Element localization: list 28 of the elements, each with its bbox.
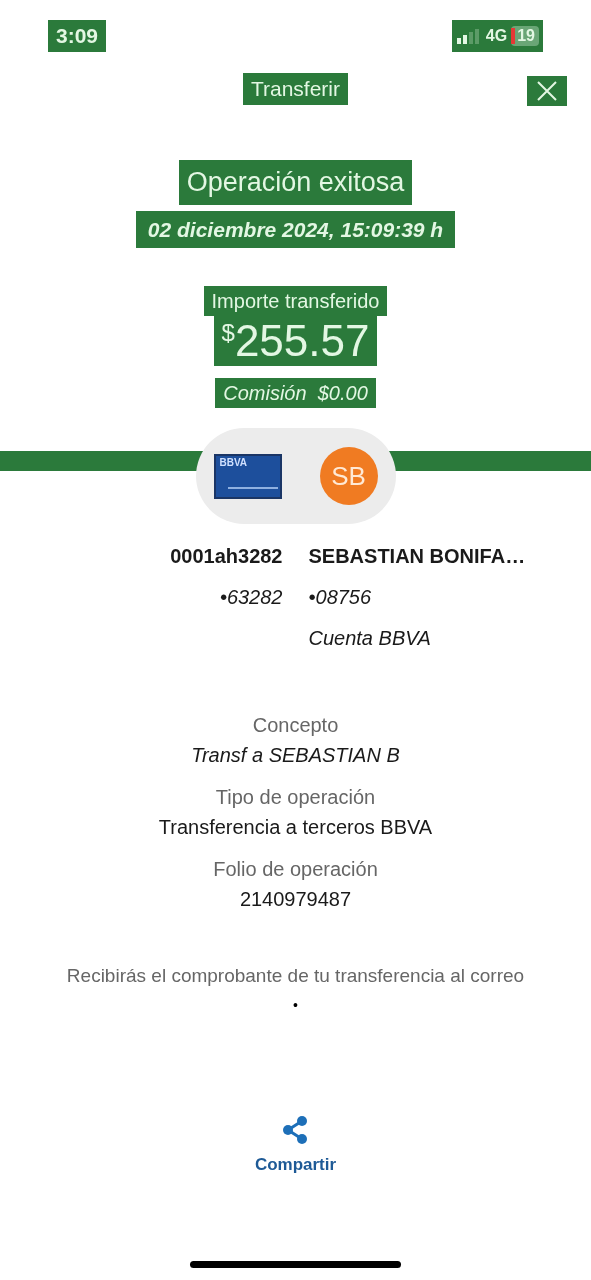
screen-title: Transferir <box>242 73 349 105</box>
signal-icon <box>455 28 482 44</box>
operation-datetime: 02 diciembre 2024, 15:09:39 h <box>135 210 456 248</box>
detail-value: Transferencia a terceros BBVA <box>158 815 433 840</box>
status-time: 3:09 <box>48 20 107 52</box>
origin-account-name: 0001ah3282 <box>170 544 283 569</box>
share-button[interactable]: Compartir <box>254 1113 337 1177</box>
card-icon: BBVA <box>213 453 282 499</box>
amount-label: Importe transferido <box>203 286 388 316</box>
transferred-amount: $255.57 <box>213 316 378 366</box>
close-button[interactable] <box>527 76 567 106</box>
close-icon <box>536 80 558 102</box>
network-label: 4G <box>485 26 508 46</box>
detail-label: Folio de operación <box>213 857 378 882</box>
detail-label: Concepto <box>252 713 339 738</box>
detail-value: Transf a SEBASTIAN B <box>191 743 400 768</box>
commission-text: Comisión $0.00 <box>215 378 376 408</box>
email-notice: Recibirás el comprobante de tu transferencia al correo <box>66 964 525 988</box>
success-heading: Operación exitosa <box>178 160 413 205</box>
battery-icon: 19 <box>511 26 539 46</box>
origin-account-number: •63282 <box>219 585 283 610</box>
recipient-avatar: SB <box>319 447 378 505</box>
detail-label: Tipo de operación <box>215 785 376 810</box>
destination-account-number: •08756 <box>308 585 372 610</box>
destination-account-name: SEBASTIAN BONIFA… <box>308 544 526 569</box>
detail-value: 2140979487 <box>239 887 352 912</box>
destination-bank: Cuenta BBVA <box>308 626 431 651</box>
email-address: • <box>293 995 298 1015</box>
